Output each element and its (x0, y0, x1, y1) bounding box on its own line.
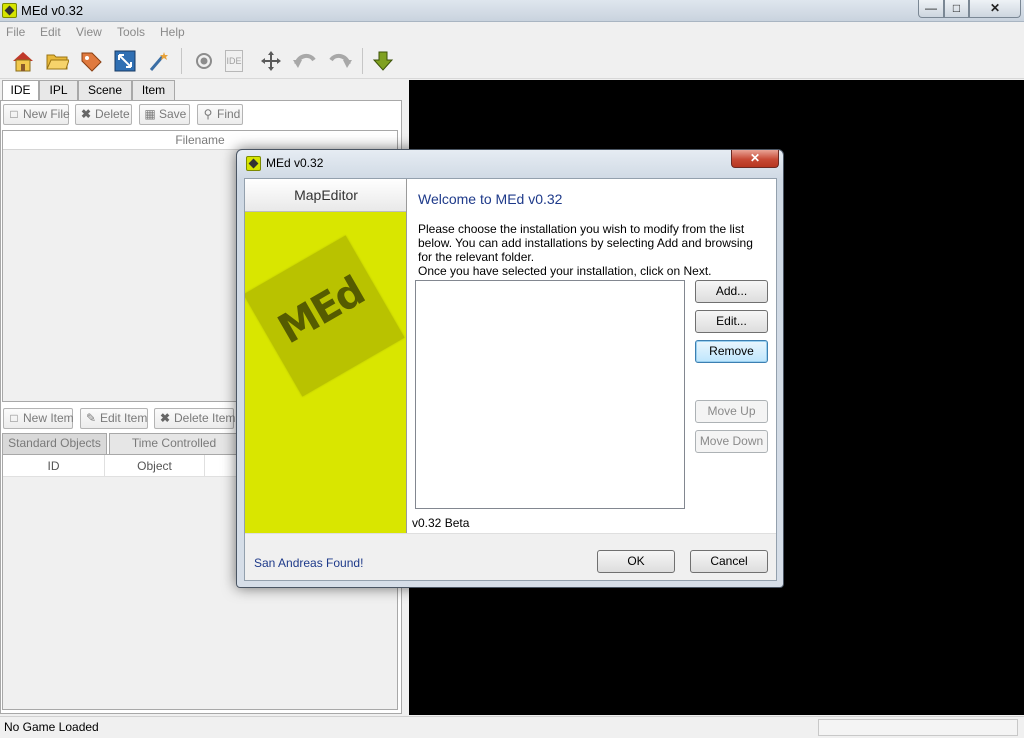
remove-button[interactable]: Remove (695, 340, 768, 363)
cancel-button[interactable]: Cancel (690, 550, 768, 573)
id-column-header[interactable]: ID (3, 455, 105, 477)
object-column-header[interactable]: Object (105, 455, 205, 477)
menu-tools[interactable]: Tools (117, 25, 145, 39)
delete-file-button[interactable]: ✖ Delete (75, 104, 132, 125)
toolbar-separator (181, 48, 182, 74)
dialog-footer: San Andreas Found! OK Cancel (245, 533, 776, 580)
new-item-label: New Item (23, 411, 74, 425)
dialog-app-icon (246, 156, 261, 171)
ide-icon[interactable]: IDE (225, 50, 243, 72)
save-label: Save (159, 107, 187, 121)
delete-item-button[interactable]: ✖ Delete Item (154, 408, 236, 429)
title-bar: MEd v0.32 — □ ✕ (0, 0, 1024, 22)
delete-label: Delete (95, 107, 130, 121)
instructions-line-2: Once you have selected your installation… (418, 264, 712, 278)
wand-icon[interactable] (146, 48, 172, 74)
app-icon (2, 3, 17, 18)
new-file-button[interactable]: □ New File (3, 104, 70, 125)
game-found-status: San Andreas Found! (254, 556, 364, 570)
open-folder-icon[interactable] (44, 48, 70, 74)
dialog-sidebar: MapEditor MEd (245, 179, 407, 533)
edit-item-button[interactable]: ✎ Edit Item (80, 408, 148, 429)
status-text: No Game Loaded (4, 720, 99, 734)
move-up-button[interactable]: Move Up (695, 400, 768, 423)
instructions-line-1: Please choose the installation you wish … (418, 222, 753, 264)
toolbar: IDE (0, 42, 1024, 79)
version-label: v0.32 Beta (412, 516, 470, 530)
new-item-button[interactable]: □ New Item (3, 408, 74, 429)
delete-icon: ✖ (80, 107, 92, 121)
find-label: Find (217, 107, 241, 121)
tab-scene[interactable]: Scene (78, 80, 132, 100)
home-icon[interactable] (10, 48, 36, 74)
dialog-client-area: MapEditor MEd Welcome to MEd v0.32 Pleas… (244, 178, 777, 581)
move-icon[interactable] (258, 48, 284, 74)
menu-view[interactable]: View (76, 25, 102, 39)
find-file-button[interactable]: ⚲ Find (197, 104, 243, 125)
edit-item-label: Edit Item (100, 411, 148, 425)
new-file-label: New File (23, 107, 70, 121)
tab-item[interactable]: Item (132, 80, 175, 100)
tag-icon[interactable] (78, 48, 104, 74)
dialog-close-button[interactable]: ✕ (731, 150, 779, 168)
menu-bar: File Edit View Tools Help (0, 22, 1024, 42)
record-icon[interactable] (191, 48, 217, 74)
status-bar: No Game Loaded (0, 716, 1024, 738)
sidebar-title: MapEditor (245, 179, 406, 212)
instructions-text: Please choose the installation you wish … (418, 222, 768, 278)
filename-column-header[interactable]: Filename (3, 131, 397, 150)
ok-button[interactable]: OK (597, 550, 675, 573)
installations-list[interactable] (415, 280, 685, 509)
new-item-icon: □ (10, 411, 18, 425)
download-arrow-icon[interactable] (370, 48, 396, 74)
menu-edit[interactable]: Edit (40, 25, 61, 39)
tab-ipl[interactable]: IPL (39, 80, 78, 100)
move-down-button[interactable]: Move Down (695, 430, 768, 453)
add-button[interactable]: Add... (695, 280, 768, 303)
tab-standard-objects[interactable]: Standard Objects (2, 433, 107, 454)
save-icon: ▦ (144, 107, 156, 121)
edit-icon: ✎ (85, 411, 97, 425)
tab-ide[interactable]: IDE (2, 80, 39, 101)
resize-icon[interactable] (112, 48, 138, 74)
med-logo: MEd (245, 235, 405, 397)
close-button[interactable]: ✕ (969, 0, 1021, 18)
menu-help[interactable]: Help (160, 25, 185, 39)
status-progress-field (818, 719, 1018, 736)
edit-button[interactable]: Edit... (695, 310, 768, 333)
toolbar-separator (362, 48, 363, 74)
welcome-dialog: MEd v0.32 ✕ MapEditor MEd Welcome to MEd… (236, 149, 784, 588)
save-file-button[interactable]: ▦ Save (139, 104, 190, 125)
tab-time-controlled-objects[interactable]: Time Controlled Objects (109, 433, 239, 469)
welcome-heading: Welcome to MEd v0.32 (418, 191, 563, 207)
maximize-button[interactable]: □ (944, 0, 969, 18)
delete-item-label: Delete Item (174, 411, 236, 425)
window-title: MEd v0.32 (21, 3, 84, 18)
undo-icon[interactable] (292, 48, 318, 74)
search-icon: ⚲ (203, 107, 213, 121)
redo-icon[interactable] (327, 48, 353, 74)
dialog-title: MEd v0.32 (266, 156, 324, 170)
delete-icon: ✖ (159, 411, 171, 425)
minimize-button[interactable]: — (918, 0, 944, 18)
new-file-icon: □ (10, 107, 18, 121)
menu-file[interactable]: File (6, 25, 25, 39)
med-logo-text: MEd (270, 268, 372, 354)
